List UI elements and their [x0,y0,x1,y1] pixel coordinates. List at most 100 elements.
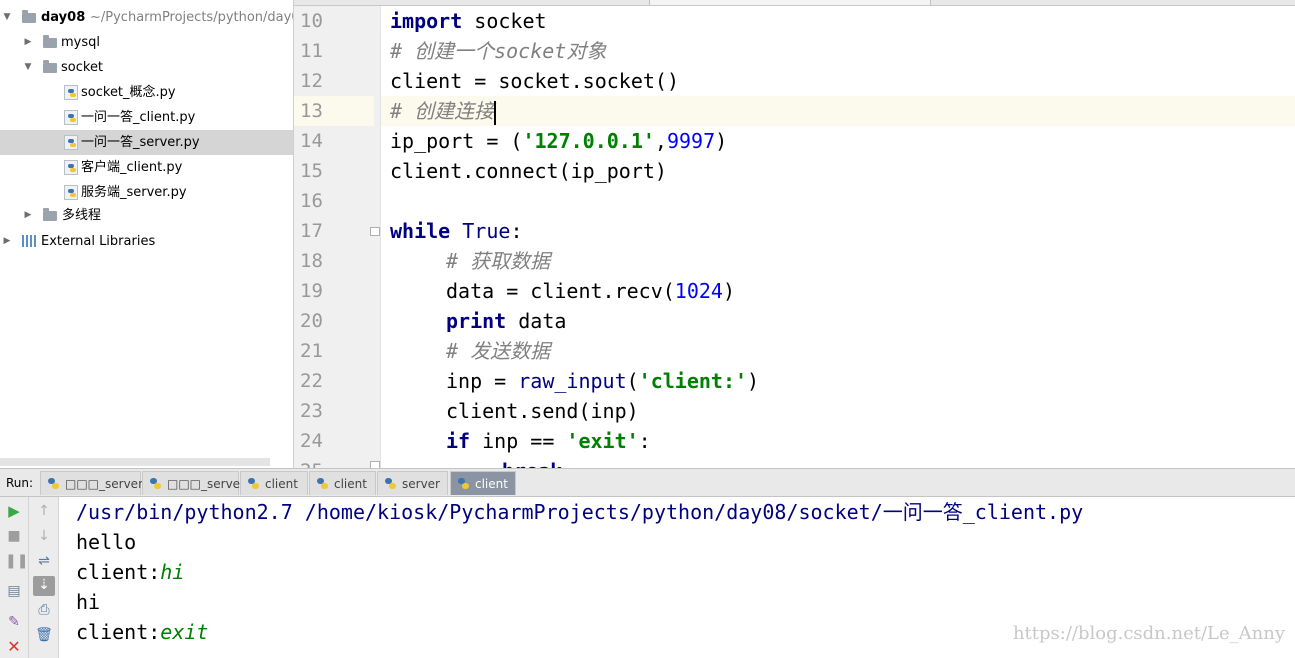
python-icon [247,477,260,490]
horizontal-scrollbar[interactable] [0,458,270,466]
builtin-function: raw_input [518,369,627,393]
trash-icon[interactable]: 🗑 [35,626,53,644]
folder-icon [43,60,57,73]
code-line-23: client.send(inp) [446,396,1295,426]
console-output-line: hi [76,590,101,614]
line-number: 23 [300,400,323,422]
tree-item-file[interactable]: 客户端_client.py [0,155,293,180]
run-tab[interactable]: server [377,471,448,495]
stop-icon[interactable]: ■ [5,527,23,545]
comment: # 获取数据 [446,249,551,273]
tree-root-label: day08 [41,10,86,25]
pause-icon[interactable]: ❚❚ [5,552,28,570]
rerun-play-icon[interactable]: ▶ [5,502,23,520]
run-tab[interactable]: □□□_server [40,471,143,495]
arrow-down-icon[interactable]: ↓ [35,527,53,545]
line-number: 19 [300,280,323,302]
editor-tab[interactable] [294,0,650,5]
code-text: ( [626,369,639,393]
scroll-to-end-icon[interactable]: ⇣ [33,576,55,596]
print-icon[interactable]: ⎙ [35,601,53,619]
fold-marker-icon[interactable] [370,461,380,468]
run-tool-window-bar: Run: □□□_server □□□_server client client… [0,468,1295,497]
code-text: , [654,129,667,153]
console-prompt-line: client:exit [76,617,208,647]
code-text: ) [715,129,728,153]
line-number: 10 [300,10,323,32]
code-text: ) [747,369,760,393]
soft-wrap-icon[interactable]: ⇌ [35,552,53,570]
code-text: data = client.recv( [446,279,675,303]
run-tab-active[interactable]: client [450,471,516,495]
run-tab-label: client [334,477,367,491]
code-line-19: data = client.recv(1024) [446,276,1295,306]
folder-icon [43,208,57,221]
text-caret [494,100,497,125]
console-output-line: hello [76,530,137,554]
tree-item-label: socket_概念.py [81,85,176,100]
tree-item-file[interactable]: socket_概念.py [0,80,293,105]
tree-item-file[interactable]: 服务端_server.py [0,180,293,205]
tree-item-label: External Libraries [41,234,156,249]
run-tab-label: client [265,477,298,491]
tree-item-mysql[interactable]: ▶ mysql [0,30,293,55]
line-number: 25 [300,456,340,468]
run-tab[interactable]: client [309,471,376,495]
tree-item-file[interactable]: 一问一答_client.py [0,105,293,130]
code-text: client.connect(ip_port) [390,159,667,183]
line-number: 11 [300,40,323,62]
tree-item-label: mysql [61,35,100,50]
code-text: ) [722,279,735,303]
python-file-icon [64,110,78,125]
tree-item-socket[interactable]: ▼ socket [0,55,293,80]
tree-root-path: ~/PycharmProjects/python/day08 [90,10,293,25]
layout-icon[interactable]: ▤ [5,582,23,600]
folder-icon [43,35,57,48]
code-line-15: client.connect(ip_port) [390,156,1295,186]
code-text: : [638,429,651,453]
tree-item-file-selected[interactable]: 一问一答_server.py [0,130,293,155]
python-file-icon [64,85,78,100]
editor-tab[interactable] [650,0,931,5]
tree-item-label: 客户端_client.py [81,160,183,175]
console-user-input: exit [160,620,209,644]
pin-icon[interactable]: ✎ [5,613,23,631]
folder-icon [22,10,36,23]
watermark-text: https://blog.csdn.net/Le_Anny [1012,623,1285,644]
console-prompt: client: [76,560,161,584]
console-command-line: /usr/bin/python2.7 /home/kiosk/PycharmPr… [76,500,1084,524]
tree-item-threads[interactable]: ▶ 多线程 [0,203,293,228]
tree-root-day08[interactable]: ▼ day08 ~/PycharmProjects/python/day08 [0,5,293,30]
tree-item-external-libraries[interactable]: ▶ External Libraries [0,229,293,254]
keyword: import [390,9,463,33]
arrow-up-icon[interactable]: ↑ [35,502,53,520]
keyword: print [446,309,507,333]
code-text: inp == [470,429,567,453]
comment: # 创建一个socket对象 [390,39,607,63]
chevron-right-icon[interactable]: ▶ [2,229,12,254]
code-text: socket [462,9,547,33]
tree-item-label: 多线程 [62,208,102,223]
python-file-icon [64,160,78,175]
line-number: 20 [300,310,323,332]
chevron-down-icon[interactable]: ▼ [23,55,33,80]
run-tab-label: □□□_server [167,477,245,491]
run-tab[interactable]: □□□_server [142,471,245,495]
chevron-right-icon[interactable]: ▶ [23,30,33,55]
chevron-right-icon[interactable]: ▶ [23,203,33,228]
run-tab[interactable]: client [240,471,308,495]
run-tab-label: client [475,477,508,491]
keyword: break [502,459,562,468]
line-number: 18 [300,250,323,272]
code-text: ip_port = ( [390,129,523,153]
string-literal: '127.0.0.1' [522,129,655,153]
python-icon [457,477,470,490]
line-number-current: 13 [294,96,374,126]
fold-marker-icon[interactable] [370,227,380,236]
keyword: while [390,219,451,243]
chevron-down-icon[interactable]: ▼ [2,5,12,30]
close-icon[interactable]: ✕ [5,638,23,656]
code-line-20: print data [446,306,1295,336]
code-editor[interactable]: import socket # 创建一个socket对象 client = so… [381,6,1295,468]
